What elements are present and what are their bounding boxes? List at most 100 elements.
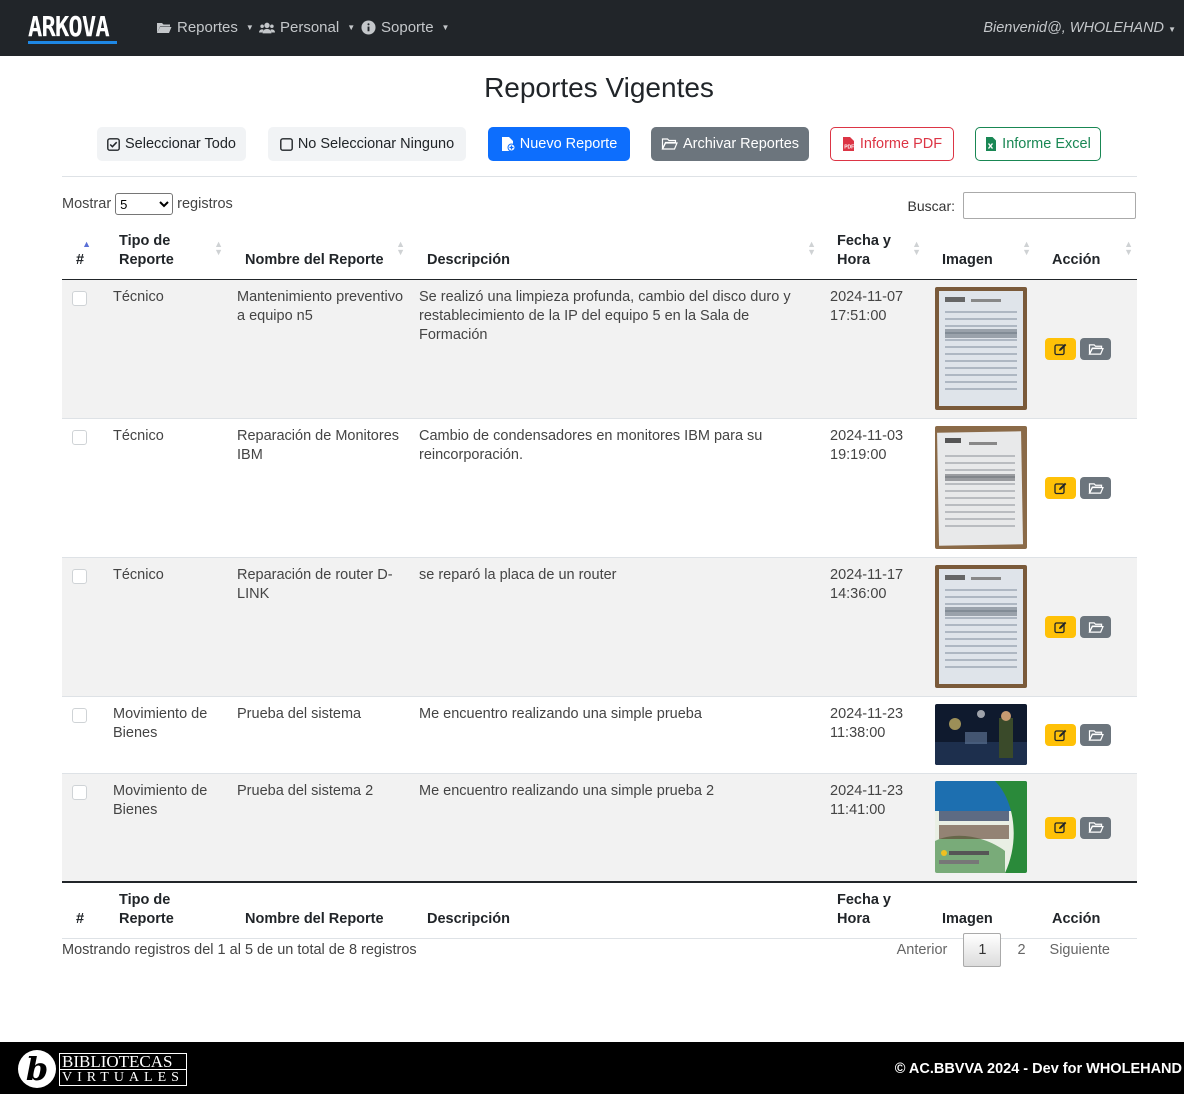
cell-fecha: 2024-11-03 19:19:00 — [820, 419, 925, 558]
edit-button[interactable] — [1045, 616, 1076, 638]
pagination-page-2[interactable]: 2 — [1005, 934, 1037, 966]
select-all-button[interactable]: Seleccionar Todo — [97, 127, 246, 161]
cell-time: 19:19:00 — [830, 447, 887, 463]
folder-open-icon — [1088, 482, 1104, 494]
bibliotecas-virtuales-logo[interactable]: b BIBLIOTECAS VIRTUALES — [18, 1050, 187, 1088]
report-document-thumbnail[interactable] — [935, 287, 1027, 410]
action-buttons — [1045, 338, 1137, 360]
nav-menu-soporte[interactable]: Soporte ▼ — [361, 19, 449, 36]
sort-icon: ▲ ▼ — [807, 239, 816, 257]
file-excel-icon — [986, 137, 997, 151]
col-header-accion[interactable]: Acción ▲ ▼ — [1035, 224, 1137, 280]
foot-header-nombre: Nombre del Reporte — [227, 881, 409, 939]
action-buttons — [1045, 724, 1137, 746]
archive-button[interactable] — [1080, 616, 1111, 638]
archive-button[interactable] — [1080, 724, 1111, 746]
row-select-cell — [62, 774, 103, 883]
archive-button[interactable] — [1080, 816, 1111, 839]
col-header-num[interactable]: # ▲ — [62, 224, 103, 280]
col-header-tipo-label: Tipo de Reporte — [119, 233, 174, 268]
col-header-fecha-label: Fecha y Hora — [837, 233, 891, 268]
row-checkbox[interactable] — [72, 430, 87, 445]
sort-icon: ▲ ▼ — [912, 239, 921, 257]
col-header-num-label: # — [76, 252, 85, 268]
archive-reports-label: Archivar Reportes — [682, 136, 800, 152]
edit-icon — [1054, 729, 1067, 741]
cell-nombre: Mantenimiento preventivo a equipo n5 — [237, 289, 404, 324]
cell-fecha: 2024-11-23 11:41:00 — [820, 774, 925, 883]
table-row[interactable]: Técnico Mantenimiento preventivo a equip… — [62, 279, 1137, 419]
sort-icon: ▲ ▼ — [214, 239, 223, 257]
cell-descripcion: se reparó la placa de un router — [419, 567, 617, 583]
edit-icon — [1054, 482, 1067, 494]
row-checkbox[interactable] — [72, 785, 87, 800]
foot-header-num: # — [62, 881, 103, 939]
archive-reports-button[interactable]: Archivar Reportes — [651, 127, 809, 161]
show-suffix: registros — [177, 196, 233, 212]
info-circle-icon — [361, 20, 376, 35]
file-plus-icon — [501, 137, 515, 152]
archive-button[interactable] — [1080, 477, 1111, 499]
folder-open-icon — [1088, 729, 1104, 741]
excel-report-button[interactable]: Informe Excel — [975, 127, 1101, 161]
folder-open-icon — [1088, 822, 1104, 833]
row-checkbox[interactable] — [72, 291, 87, 306]
new-report-button[interactable]: Nuevo Reporte — [488, 127, 630, 161]
col-header-fecha[interactable]: Fecha y Hora ▲ ▼ — [820, 224, 925, 280]
sort-icon: ▲ ▼ — [1124, 239, 1133, 257]
event-photo-thumbnail[interactable] — [935, 704, 1027, 765]
event-flyer-thumbnail[interactable] — [935, 781, 1027, 873]
pagination-next[interactable]: Siguiente — [1038, 934, 1122, 966]
col-header-imagen[interactable]: Imagen ▲ ▼ — [925, 224, 1035, 280]
edit-button[interactable] — [1045, 724, 1076, 746]
pagination-page-1[interactable]: 1 — [963, 933, 1002, 967]
table-row[interactable]: Técnico Reparación de Monitores IBM Camb… — [62, 419, 1137, 558]
select-none-button[interactable]: No Seleccionar Ninguno — [268, 127, 466, 161]
logo-line-1: BIBLIOTECAS — [59, 1052, 187, 1070]
select-all-label: Seleccionar Todo — [125, 136, 236, 152]
cell-descripcion: Se realizó una limpieza profunda, cambio… — [419, 289, 791, 343]
col-header-tipo[interactable]: Tipo de Reporte ▲ ▼ — [103, 224, 227, 280]
col-header-nombre[interactable]: Nombre del Reporte ▲ ▼ — [227, 224, 409, 280]
edit-button[interactable] — [1045, 816, 1076, 839]
table-info: Mostrando registros del 1 al 5 de un tot… — [62, 942, 417, 958]
cell-nombre: Prueba del sistema 2 — [237, 783, 374, 799]
row-checkbox[interactable] — [72, 708, 87, 723]
report-document-thumbnail[interactable] — [935, 426, 1027, 549]
pagination-previous[interactable]: Anterior — [885, 934, 960, 966]
foot-header-fecha: Fecha y Hora — [820, 881, 925, 939]
edit-button[interactable] — [1045, 338, 1076, 360]
nav-label-reportes: Reportes — [177, 19, 238, 36]
table-row[interactable]: Técnico Reparación de router D-LINK se r… — [62, 557, 1137, 697]
logo-b-mark: b — [18, 1050, 56, 1088]
brand-logo[interactable]: ARKOVA — [28, 10, 110, 43]
search-control: Buscar: — [908, 192, 1136, 219]
user-menu[interactable]: Bienvenid@, WHOLEHAND ▼ — [983, 20, 1176, 36]
logo-line-2: VIRTUALES — [59, 1069, 187, 1086]
folder-open-icon — [661, 138, 678, 150]
report-document-thumbnail[interactable] — [935, 565, 1027, 688]
sort-asc-icon: ▲ — [82, 239, 91, 249]
foot-header-imagen: Imagen — [925, 881, 1035, 939]
nav-menu-personal[interactable]: Personal ▼ — [259, 19, 355, 36]
action-buttons — [1045, 616, 1137, 638]
sort-icon: ▲ ▼ — [1022, 239, 1031, 257]
cell-nombre: Reparación de Monitores IBM — [237, 428, 400, 463]
archive-button[interactable] — [1080, 338, 1111, 360]
search-input[interactable] — [963, 192, 1136, 219]
cell-descripcion: Me encuentro realizando una simple prueb… — [419, 706, 702, 722]
row-checkbox[interactable] — [72, 569, 87, 584]
page-length-select[interactable]: 5 — [115, 193, 174, 215]
col-header-descripcion[interactable]: Descripción ▲ ▼ — [409, 224, 820, 280]
user-greeting: Bienvenid@, WHOLEHAND — [983, 20, 1165, 36]
edit-button[interactable] — [1045, 477, 1076, 499]
cell-accion — [1035, 280, 1137, 419]
table-row[interactable]: Movimiento de Bienes Prueba del sistema … — [62, 773, 1137, 883]
nav-menu-reportes[interactable]: Reportes ▼ — [156, 19, 254, 36]
table-row[interactable]: Movimiento de Bienes Prueba del sistema … — [62, 697, 1137, 774]
col-header-accion-label: Acción — [1052, 252, 1101, 268]
pdf-report-button[interactable]: PDF Informe PDF — [830, 127, 954, 161]
cell-accion — [1035, 558, 1137, 697]
cell-accion — [1035, 774, 1137, 883]
row-select-cell — [62, 419, 103, 558]
